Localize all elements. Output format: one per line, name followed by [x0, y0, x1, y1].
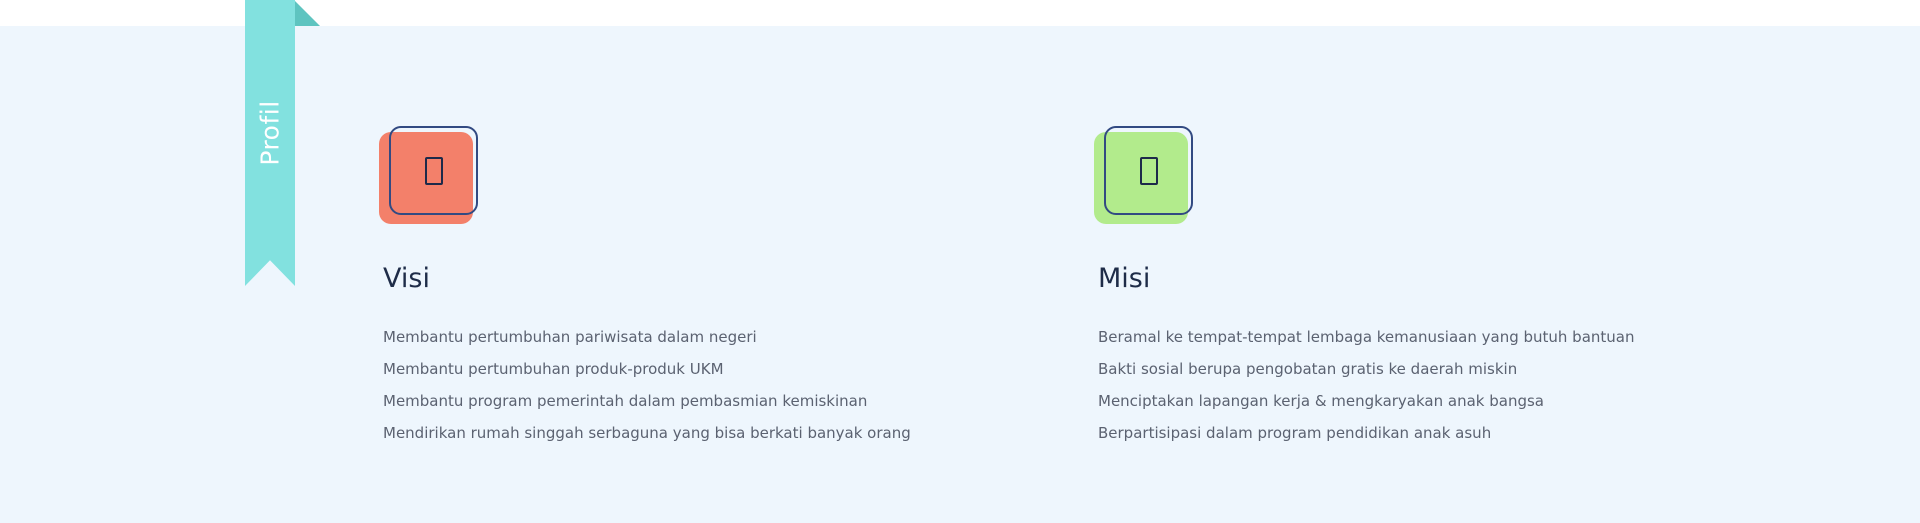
- list-item: Mendirikan rumah singgah serbaguna yang …: [383, 424, 911, 442]
- ribbon-label: Profil: [255, 100, 285, 166]
- list-item: Membantu pertumbuhan pariwisata dalam ne…: [383, 328, 757, 346]
- list-item: Beramal ke tempat-tempat lembaga kemanus…: [1098, 328, 1635, 346]
- visi-list: Membantu pertumbuhan pariwisata dalam ne…: [383, 321, 911, 449]
- document-icon: [1139, 156, 1158, 185]
- ribbon-fold: [294, 0, 320, 26]
- list-item: Bakti sosial berupa pengobatan gratis ke…: [1098, 360, 1518, 378]
- visi-icon-box: [379, 126, 483, 226]
- misi-icon-frame: [1104, 126, 1193, 215]
- list-item: Berpartisipasi dalam program pendidikan …: [1098, 424, 1492, 442]
- misi-icon-box: [1094, 126, 1198, 226]
- profile-ribbon: Profil: [245, 0, 295, 286]
- list-item: Membantu pertumbuhan produk-produk UKM: [383, 360, 724, 378]
- document-icon: [424, 156, 443, 185]
- list-item: Menciptakan lapangan kerja & mengkaryaka…: [1098, 392, 1544, 410]
- misi-list: Beramal ke tempat-tempat lembaga kemanus…: [1098, 321, 1634, 449]
- visi-card: Visi Membantu pertumbuhan pariwisata dal…: [379, 126, 911, 442]
- misi-title: Misi: [1098, 263, 1151, 294]
- list-item: Membantu program pemerintah dalam pembas…: [383, 392, 868, 410]
- misi-card: Misi Beramal ke tempat-tempat lembaga ke…: [1094, 126, 1634, 442]
- visi-icon-frame: [389, 126, 478, 215]
- visi-title: Visi: [383, 263, 430, 294]
